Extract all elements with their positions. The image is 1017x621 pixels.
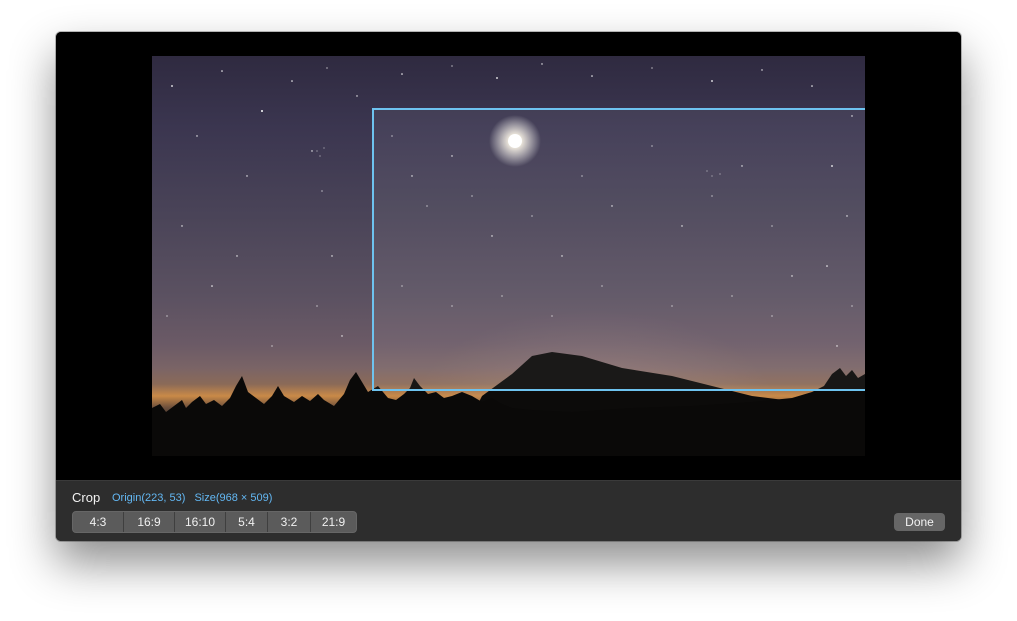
ratio-button-4-3[interactable]: 4:3 xyxy=(73,512,124,532)
image-canvas xyxy=(56,32,961,480)
ratio-button-5-4[interactable]: 5:4 xyxy=(226,512,268,532)
ratio-button-21-9[interactable]: 21:9 xyxy=(311,512,356,532)
crop-origin-readout: Origin(223, 53) xyxy=(112,492,186,504)
ratio-button-16-10[interactable]: 16:10 xyxy=(175,512,226,532)
crop-toolbar: Crop Origin(223, 53) Size(968 × 509) 4:3… xyxy=(56,480,961,541)
crop-size-readout: Size(968 × 509) xyxy=(194,492,273,504)
ratio-button-3-2[interactable]: 3:2 xyxy=(268,512,311,532)
ratio-button-16-9[interactable]: 16:9 xyxy=(124,512,175,532)
night-sky-photo xyxy=(152,56,865,456)
aspect-ratio-segmented-control: 4:3 16:9 16:10 5:4 3:2 21:9 xyxy=(72,511,357,533)
crop-editor-window: Crop Origin(223, 53) Size(968 × 509) 4:3… xyxy=(56,32,961,541)
crop-dimensions: Origin(223, 53) Size(968 × 509) xyxy=(112,492,278,504)
crop-title: Crop xyxy=(72,490,101,505)
done-button[interactable]: Done xyxy=(894,513,945,531)
crop-selection-rectangle[interactable] xyxy=(372,108,865,391)
